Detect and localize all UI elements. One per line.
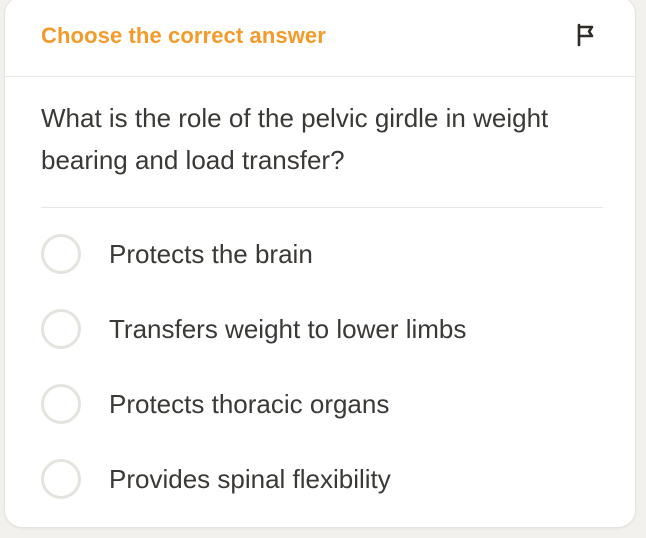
radio-button[interactable]	[41, 384, 81, 424]
option-label: Protects thoracic organs	[109, 389, 390, 419]
answer-option[interactable]: Transfers weight to lower limbs	[41, 309, 603, 384]
option-label: Protects the brain	[109, 239, 313, 269]
radio-button[interactable]	[41, 309, 81, 349]
flag-button[interactable]	[573, 23, 601, 51]
question-text: What is the role of the pelvic girdle in…	[41, 103, 549, 175]
option-label: Provides spinal flexibility	[109, 464, 391, 494]
answer-option[interactable]: Provides spinal flexibility	[41, 459, 603, 527]
question-card: Choose the correct answer What is the ro…	[4, 0, 636, 528]
instruction-title: Choose the correct answer	[41, 23, 326, 48]
flag-icon	[576, 23, 598, 52]
answer-options: Protects the brain Transfers weight to l…	[41, 234, 603, 527]
radio-button[interactable]	[41, 459, 81, 499]
radio-button[interactable]	[41, 234, 81, 274]
answer-option[interactable]: Protects thoracic organs	[41, 384, 603, 459]
divider	[41, 207, 603, 208]
option-label: Transfers weight to lower limbs	[109, 314, 467, 344]
card-header: Choose the correct answer	[5, 0, 635, 77]
answer-option[interactable]: Protects the brain	[41, 234, 603, 309]
